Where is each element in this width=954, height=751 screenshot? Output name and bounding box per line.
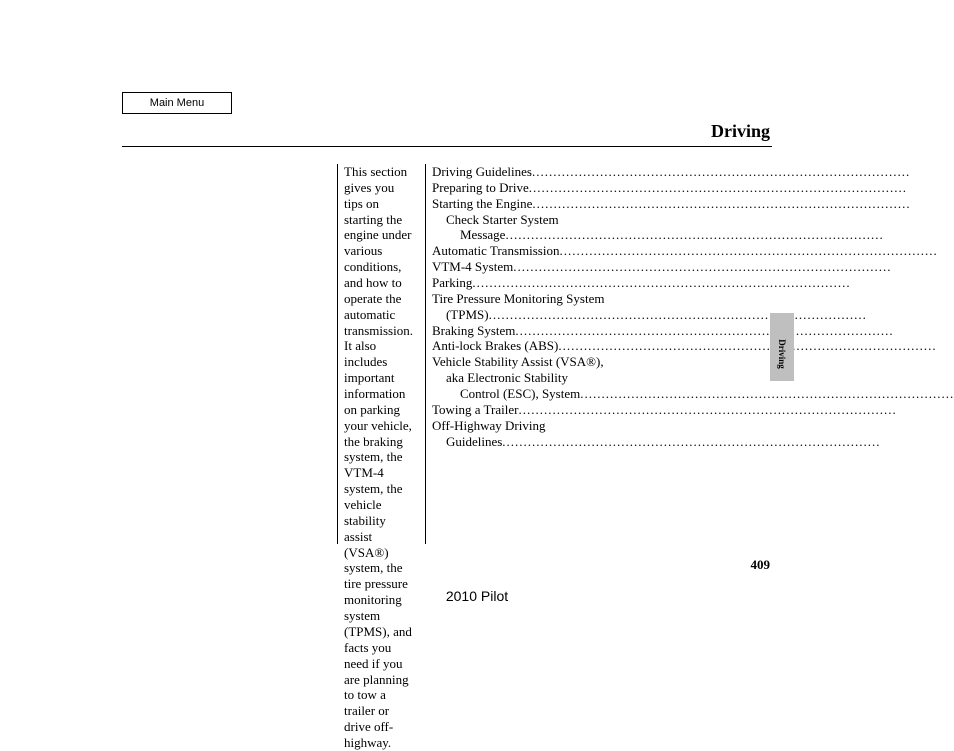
toc-entry[interactable]: Preparing to Drive410: [432, 180, 954, 196]
toc-entry[interactable]: VTM-4 System418: [432, 259, 954, 275]
toc-entry-label: (TPMS): [446, 307, 489, 323]
toc-leader: [532, 196, 954, 212]
toc-entry-label: Parking: [432, 275, 472, 291]
main-menu-button[interactable]: Main Menu: [122, 92, 232, 114]
toc-entry[interactable]: (TPMS)420: [432, 307, 954, 323]
toc-leader: [515, 323, 954, 339]
toc-entry-label: Starting the Engine: [432, 196, 532, 212]
toc-leader: [580, 386, 954, 402]
toc-entry-label: aka Electronic Stability: [446, 370, 568, 386]
intro-text: This section gives you tips on starting …: [344, 164, 413, 751]
page-number: 409: [751, 557, 771, 573]
toc-leader: [532, 164, 954, 180]
toc-entry: Vehicle Stability Assist (VSA®),: [432, 354, 954, 370]
toc-entry-label: Check Starter System: [446, 212, 559, 228]
section-tab-label: Driving: [777, 339, 787, 369]
toc-entry[interactable]: Anti-lock Brakes (ABS)429: [432, 338, 954, 354]
toc-entry-label: Guidelines: [446, 434, 502, 450]
toc-leader: [558, 338, 954, 354]
toc-entry[interactable]: Braking System428: [432, 323, 954, 339]
section-tab-label-wrap: Driving: [770, 320, 794, 388]
vehicle-model: 2010 Pilot: [0, 588, 954, 604]
toc-entry-label: Driving Guidelines: [432, 164, 532, 180]
toc-entry[interactable]: Towing a Trailer434: [432, 402, 954, 418]
toc-entry[interactable]: Parking419: [432, 275, 954, 291]
section-title: Driving: [711, 121, 770, 142]
toc-entry-label: Anti-lock Brakes (ABS): [432, 338, 558, 354]
toc-entry-label: Towing a Trailer: [432, 402, 518, 418]
toc-entry-label: Message: [460, 227, 506, 243]
toc-entry-label: Automatic Transmission: [432, 243, 560, 259]
toc-leader: [518, 402, 954, 418]
toc-entry[interactable]: Automatic Transmission413: [432, 243, 954, 259]
horizontal-rule: [122, 146, 772, 147]
toc-entry[interactable]: Guidelines449: [432, 434, 954, 450]
toc-entry-label: Preparing to Drive: [432, 180, 529, 196]
toc-leader: [513, 259, 954, 275]
toc-entry-label: Tire Pressure Monitoring System: [432, 291, 605, 307]
toc-leader: [489, 307, 954, 323]
toc-entry: Off-Highway Driving: [432, 418, 954, 434]
toc-entry-label: VTM-4 System: [432, 259, 513, 275]
toc-entry[interactable]: Control (ESC), System431: [432, 386, 954, 402]
toc-leader: [559, 243, 954, 259]
toc-entry[interactable]: Driving Guidelines410: [432, 164, 954, 180]
manual-page: Main Menu Driving This section gives you…: [0, 0, 954, 710]
toc-leader: [529, 180, 954, 196]
toc-entry[interactable]: Starting the Engine411: [432, 196, 954, 212]
toc-entry-label: Control (ESC), System: [460, 386, 580, 402]
main-menu-label: Main Menu: [150, 97, 204, 109]
toc-entry: aka Electronic Stability: [432, 370, 954, 386]
toc-entry: Check Starter System: [432, 212, 954, 228]
toc-entry-label: Vehicle Stability Assist (VSA®),: [432, 354, 604, 370]
toc-entry: Tire Pressure Monitoring System: [432, 291, 954, 307]
toc-leader: [505, 227, 954, 243]
toc-entry-label: Braking System: [432, 323, 515, 339]
intro-column: This section gives you tips on starting …: [337, 164, 425, 544]
toc-leader: [502, 434, 954, 450]
toc-leader: [472, 275, 954, 291]
contents-column: Driving Guidelines410Preparing to Drive4…: [425, 164, 954, 544]
toc-entry[interactable]: Message412: [432, 227, 954, 243]
body-columns: This section gives you tips on starting …: [337, 164, 771, 544]
toc-entry-label: Off-Highway Driving: [432, 418, 546, 434]
